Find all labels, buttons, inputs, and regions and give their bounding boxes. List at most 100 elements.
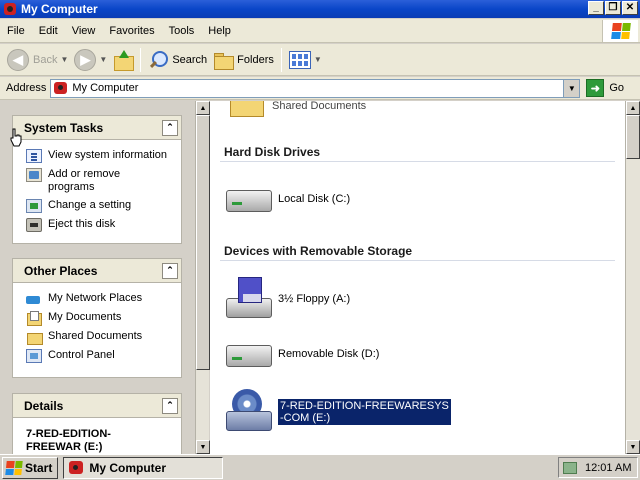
network-tray-icon[interactable] (563, 461, 577, 474)
go-button[interactable]: ➜ Go (586, 79, 624, 97)
place-shared-documents[interactable]: Shared Documents (13, 327, 181, 346)
local-disk-c-item[interactable]: Local Disk (C:) (224, 184, 350, 214)
task-pane-scrollbar[interactable]: ▲ ▼ (195, 101, 210, 454)
group-divider (220, 260, 615, 261)
back-dropdown-icon[interactable]: ▼ (60, 55, 68, 64)
scroll-down-icon[interactable]: ▼ (626, 440, 640, 454)
shared-documents-item[interactable]: Shared Documents (228, 101, 366, 119)
toolbar: ◀ Back ▼ ▶ ▼ Search Folders ▼ (0, 44, 640, 76)
local-disk-label: Local Disk (C:) (278, 193, 351, 205)
my-computer-app-icon[interactable] (3, 2, 17, 16)
menu-view[interactable]: View (65, 25, 103, 37)
add-remove-icon (26, 168, 42, 182)
clock[interactable]: 12:01 AM (585, 462, 631, 474)
forward-dropdown-icon[interactable]: ▼ (99, 55, 107, 64)
scroll-up-icon[interactable]: ▲ (626, 101, 640, 115)
system-tasks-panel: System Tasks ⌃ View system information A… (12, 115, 182, 244)
removable-disk-icon (224, 339, 272, 369)
menu-help[interactable]: Help (201, 25, 238, 37)
views-dropdown-icon[interactable]: ▼ (314, 55, 322, 64)
back-arrow-icon: ◀ (7, 48, 29, 71)
details-name: 7-RED-EDITION-FREEWAR (E:) (26, 428, 111, 453)
cd-drive-label: 7-RED-EDITION-FREEWARESYS -COM (E:) (278, 399, 451, 425)
place-label: My Documents (48, 311, 122, 323)
my-computer-icon (69, 461, 84, 474)
system-tasks-header[interactable]: System Tasks ⌃ (13, 116, 181, 140)
back-label: Back (33, 53, 58, 66)
task-change-setting[interactable]: Change a setting (13, 196, 181, 215)
address-dropdown-icon[interactable]: ▼ (563, 79, 580, 97)
place-label: My Network Places (48, 292, 143, 304)
task-label: Add or remove programs (48, 168, 121, 193)
floppy-a-item[interactable]: 3½ Floppy (A:) (224, 276, 350, 322)
menu-edit[interactable]: Edit (32, 25, 65, 37)
cd-drive-label-line2: -COM (E:) (280, 412, 331, 424)
taskbar: Start My Computer 12:01 AM (0, 454, 640, 480)
place-my-network-places[interactable]: My Network Places (13, 289, 181, 308)
taskbar-task-label: My Computer (89, 460, 167, 475)
my-computer-icon (54, 81, 68, 95)
control-panel-icon (26, 349, 42, 363)
removable-disk-d-item[interactable]: Removable Disk (D:) (224, 339, 379, 369)
scroll-thumb[interactable] (626, 115, 640, 159)
place-control-panel[interactable]: Control Panel (13, 346, 181, 365)
hard-disk-icon (224, 184, 272, 214)
folders-icon (213, 51, 235, 70)
address-bar: Address My Computer ▼ ➜ Go (0, 77, 640, 100)
windows-flag-icon (5, 460, 23, 475)
task-label: Change a setting (48, 199, 132, 211)
toolbar-separator (140, 47, 142, 72)
task-add-remove-programs[interactable]: Add or remove programs (13, 165, 181, 196)
hard-disk-drives-heading: Hard Disk Drives (224, 145, 321, 159)
restore-button[interactable]: ❐ (605, 1, 621, 15)
menu-bar: File Edit View Favorites Tools Help (0, 19, 640, 43)
task-eject-disk[interactable]: Eject this disk (13, 215, 181, 234)
hand-cursor-icon (10, 128, 22, 147)
place-label: Control Panel (48, 349, 115, 361)
menu-file[interactable]: File (0, 25, 32, 37)
views-button[interactable]: ▼ (286, 46, 325, 74)
details-title: Details (24, 398, 64, 413)
title-bar: My Computer _ ❐ ✕ (0, 0, 640, 18)
folder-up-icon (113, 49, 135, 71)
other-places-title: Other Places (24, 263, 98, 278)
start-button[interactable]: Start (2, 456, 59, 479)
go-arrow-icon: ➜ (586, 79, 605, 97)
documents-icon (26, 311, 42, 326)
place-my-documents[interactable]: My Documents (13, 308, 181, 327)
task-pane: System Tasks ⌃ View system information A… (0, 101, 195, 454)
taskbar-my-computer-button[interactable]: My Computer (63, 456, 224, 479)
back-button[interactable]: ◀ Back ▼ (4, 46, 71, 74)
system-info-icon (26, 149, 42, 163)
search-label: Search (172, 53, 208, 66)
forward-button[interactable]: ▶ ▼ (71, 46, 110, 74)
cd-drive-e-item[interactable]: 7-RED-EDITION-FREEWARESYS -COM (E:) (224, 389, 451, 435)
windows-flag-icon (610, 23, 631, 39)
collapse-chevron-icon[interactable]: ⌃ (162, 397, 178, 414)
address-input[interactable]: My Computer ▼ (50, 78, 581, 98)
file-view-scrollbar[interactable]: ▲ ▼ (625, 101, 640, 454)
other-places-header[interactable]: Other Places ⌃ (13, 259, 181, 283)
scroll-up-icon[interactable]: ▲ (196, 101, 210, 115)
menu-favorites[interactable]: Favorites (102, 25, 161, 37)
scroll-down-icon[interactable]: ▼ (196, 440, 210, 454)
collapse-chevron-icon[interactable]: ⌃ (162, 119, 178, 136)
start-label: Start (25, 460, 53, 475)
collapse-chevron-icon[interactable]: ⌃ (162, 262, 178, 279)
menu-tools[interactable]: Tools (162, 25, 202, 37)
folders-button[interactable]: Folders (210, 46, 277, 74)
task-label: Eject this disk (48, 218, 116, 230)
scroll-thumb[interactable] (196, 115, 210, 370)
details-header[interactable]: Details ⌃ (13, 394, 181, 418)
minimize-button[interactable]: _ (588, 1, 604, 15)
task-view-system-information[interactable]: View system information (13, 146, 181, 165)
control-setting-icon (26, 199, 42, 213)
close-button[interactable]: ✕ (622, 1, 638, 15)
folders-label: Folders (237, 53, 274, 66)
search-button[interactable]: Search (145, 46, 210, 74)
system-tasks-title: System Tasks (24, 120, 104, 135)
windows-logo (602, 20, 638, 42)
toolbar-separator (280, 47, 282, 72)
eject-disk-icon (26, 218, 42, 232)
up-button[interactable] (110, 46, 136, 74)
